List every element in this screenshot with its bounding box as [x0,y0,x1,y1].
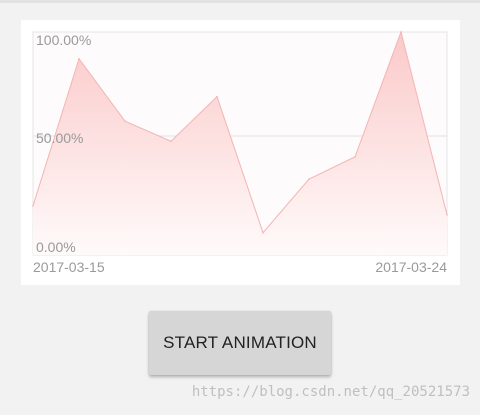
data-point [216,95,218,98]
y-tick-label: 0.00% [36,239,76,255]
y-tick-label: 100.00% [36,32,91,48]
y-tick-label: 50.00% [36,130,83,146]
data-point [446,214,448,216]
data-point [124,120,126,122]
top-edge [0,0,480,3]
data-point [170,140,172,143]
area-chart: 100.00% 50.00% 0.00% 2017-03-15 2017-03-… [32,30,448,275]
chart-card: 100.00% 50.00% 0.00% 2017-03-15 2017-03-… [21,20,460,285]
start-animation-button[interactable]: START ANIMATION [149,311,331,375]
x-tick-label: 2017-03-15 [33,259,105,275]
x-tick-label: 2017-03-24 [375,259,447,275]
data-point [308,178,310,180]
data-point [354,156,356,158]
data-point [262,231,264,234]
watermark-url: https://blog.csdn.net/qq_20521573 [191,384,470,400]
data-point [78,57,80,60]
data-point [400,31,402,33]
data-point [32,205,34,207]
